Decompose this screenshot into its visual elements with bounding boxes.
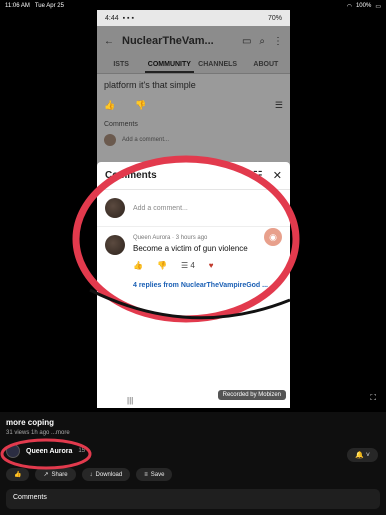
comments-preview[interactable]: Comments	[6, 489, 380, 509]
channel-name[interactable]: Queen Aurora	[26, 448, 72, 455]
community-post: platform it's that simple 👍 👎 ☰ Comments…	[97, 74, 290, 164]
download-button[interactable]: ↓ Download	[81, 468, 131, 481]
save-button[interactable]: ≡ Save	[136, 468, 173, 481]
phone-time: 4:44	[105, 14, 119, 22]
comments-sheet: Comments ☷ ✕ Add a comment... Queen Auro…	[97, 162, 290, 392]
battery-label: 100%	[355, 3, 372, 9]
status-right: ◠ 100% ▭	[347, 3, 381, 10]
comment-author: Queen Aurora	[133, 235, 171, 241]
reply-count: 4	[190, 261, 195, 270]
like-button[interactable]: 👍	[6, 468, 30, 481]
post-comments-label: Comments	[104, 121, 138, 128]
avatar	[104, 134, 116, 146]
sheet-title: Comments	[105, 170, 157, 181]
video-info-panel: more coping 31 views 1h ago ...more Quee…	[0, 412, 386, 515]
add-comment-row[interactable]: Add a comment...	[97, 190, 290, 227]
post-text: platform it's that simple	[104, 80, 196, 90]
video-player[interactable]: 4:44 ▪ ▪ ▪ 70% ← NuclearTheVam... ▭ ⌕ ⋮ …	[97, 10, 290, 408]
comment-actions: 👍 👎 ☰ 4 ♥	[133, 261, 248, 270]
thumbs-down-icon[interactable]: 👎	[135, 100, 146, 111]
more-vert-icon[interactable]: ⋮	[273, 36, 283, 47]
post-add-comment[interactable]: Add a comment...	[104, 134, 283, 146]
recents-icon[interactable]: |||	[127, 396, 133, 405]
comments-label: Comments	[13, 494, 47, 501]
close-icon[interactable]: ✕	[273, 169, 282, 182]
tab-lists[interactable]: ISTS	[97, 56, 145, 73]
comment-meta: Queen Aurora · 3 hours ago	[133, 235, 208, 241]
app-header: ← NuclearTheVam... ▭ ⌕ ⋮	[97, 26, 290, 56]
tab-channels[interactable]: CHANNELS	[194, 56, 242, 73]
back-arrow-icon[interactable]: ←	[104, 36, 114, 47]
channel-row[interactable]: Queen Aurora 15	[6, 444, 380, 458]
add-comment-input[interactable]: Add a comment...	[133, 205, 188, 212]
video-actions: 👍 ↗ Share ↓ Download ≡ Save	[6, 468, 380, 481]
comment-icon[interactable]: ☰	[275, 100, 283, 111]
comment-text: Become a victim of gun violence	[133, 244, 248, 253]
post-add-placeholder: Add a comment...	[122, 137, 170, 143]
notification-bell-button[interactable]: 🔔 ˅	[347, 448, 378, 462]
commenter-avatar[interactable]	[105, 235, 125, 255]
search-icon[interactable]: ⌕	[259, 36, 265, 47]
reply-icon[interactable]: ☰ 4	[181, 261, 195, 270]
thumbs-down-icon[interactable]: 👎	[157, 261, 167, 270]
comment-item: Queen Aurora · 3 hours ago Become a vict…	[97, 227, 290, 278]
channel-tabs: ISTS COMMUNITY CHANNELS ABOUT	[97, 56, 290, 74]
channel-title: NuclearTheVam...	[122, 35, 214, 47]
sort-icon[interactable]: ☷	[253, 169, 263, 182]
avatar	[105, 198, 125, 218]
fullscreen-icon[interactable]: ⛶	[370, 393, 376, 403]
status-left: 11:06 AM Tue Apr 25	[5, 3, 347, 9]
save-label: Save	[150, 471, 165, 478]
recorder-watermark: Recorded by Mobizen	[217, 390, 286, 400]
cast-icon[interactable]: ▭	[242, 36, 251, 47]
share-label: Share	[51, 471, 68, 478]
battery-icon: ▭	[375, 3, 381, 10]
comment-time: 3 hours ago	[175, 235, 208, 241]
subscriber-count: 15	[78, 448, 86, 454]
thumbs-up-icon: 👍	[14, 472, 22, 478]
wifi-icon: ◠	[346, 3, 352, 10]
share-button[interactable]: ↗ Share	[35, 468, 76, 481]
thumbs-up-icon[interactable]: 👍	[133, 261, 143, 270]
save-icon: ≡	[144, 471, 148, 478]
thumbs-up-icon[interactable]: 👍	[104, 100, 115, 111]
floating-bubble-icon[interactable]: ◉	[264, 228, 282, 246]
bell-icon: 🔔 ˅	[355, 452, 370, 459]
creator-heart-icon: ♥	[208, 261, 214, 270]
replies-link[interactable]: 4 replies from NuclearTheVampireGod ...	[97, 278, 290, 293]
post-actions: 👍 👎 ☰	[104, 100, 283, 111]
download-icon: ↓	[89, 471, 93, 478]
phone-battery: 70%	[267, 14, 282, 22]
channel-avatar[interactable]	[6, 444, 20, 458]
download-label: Download	[95, 471, 123, 478]
tab-community[interactable]: COMMUNITY	[145, 56, 194, 73]
share-icon: ↗	[43, 472, 49, 478]
tab-about[interactable]: ABOUT	[242, 56, 290, 73]
notification-icons: ▪ ▪ ▪	[122, 14, 134, 22]
phone-status-bar: 4:44 ▪ ▪ ▪ 70%	[97, 10, 290, 26]
status-time: 11:06 AM	[5, 3, 30, 9]
video-title: more coping	[6, 418, 55, 427]
status-date: Tue Apr 25	[34, 3, 64, 9]
sheet-header: Comments ☷ ✕	[97, 162, 290, 190]
video-meta[interactable]: 31 views 1h ago ...more	[6, 430, 380, 436]
